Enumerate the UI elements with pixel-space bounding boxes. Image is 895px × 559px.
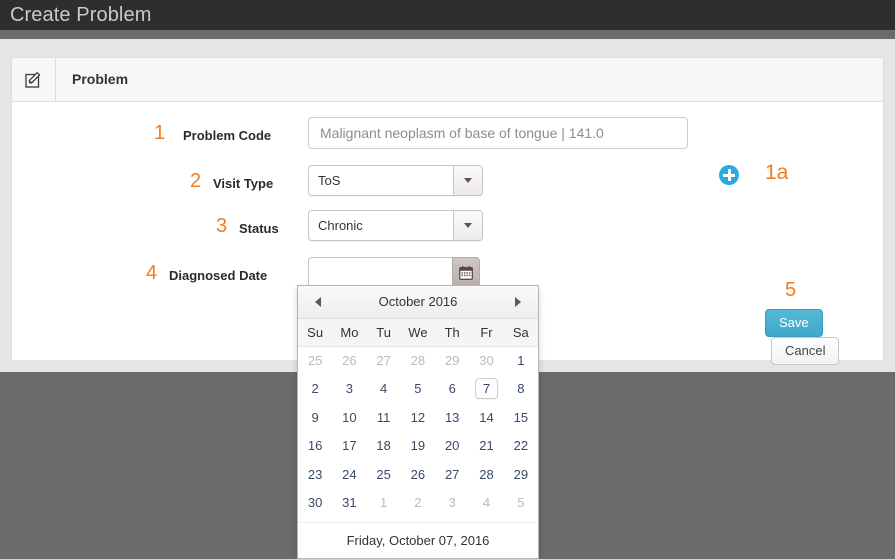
datepicker-day[interactable]: 14 [469,403,503,432]
datepicker-day[interactable]: 5 [401,375,435,404]
datepicker-day[interactable]: 24 [332,460,366,489]
visit-type-select[interactable]: ToS [308,165,483,196]
datepicker-week-row: 2345678 [298,375,538,404]
datepicker-day[interactable]: 30 [298,489,332,518]
form-actions: Save Cancel [765,309,895,365]
datepicker-day[interactable]: 28 [469,460,503,489]
annotation-number-5: 5 [785,279,797,301]
datepicker-week-row: 9 10 11 12 13 14 15 [298,403,538,432]
titlebar-underline [0,30,895,39]
label-status: Status [239,221,279,236]
datepicker-grid: Su Mo Tu We Th Fr Sa 25 26 27 28 29 30 1 2 3 4 5 6 7 8 9 10 11… [298,319,538,517]
datepicker-day[interactable]: 26 [332,346,366,375]
label-diagnosed-date: Diagnosed Date [169,268,268,283]
datepicker-weekday: Tu [366,319,401,347]
datepicker-day[interactable]: 2 [401,489,435,518]
datepicker-day[interactable]: 12 [401,403,435,432]
datepicker-week-row: 25 26 27 28 29 30 1 [298,346,538,375]
datepicker-day[interactable]: 29 [435,346,469,375]
status-select[interactable]: Chronic [308,210,483,241]
datepicker-day[interactable]: 18 [367,432,401,461]
form-row-visit-type: 2 Visit Type ToS [12,165,883,201]
triangle-left-icon[interactable] [304,286,332,318]
datepicker-day[interactable]: 25 [298,346,332,375]
datepicker-weekday: We [400,319,436,347]
datepicker-month-title: October 2016 [378,294,458,309]
datepicker-day[interactable]: 15 [504,403,538,432]
triangle-right-icon[interactable] [504,286,532,318]
annotation-number-1: 1 [154,122,166,144]
datepicker-weekday: Su [298,319,333,347]
datepicker-day[interactable]: 22 [504,432,538,461]
form-row-status: 3 Status Chronic [12,210,883,246]
panel-header: Problem [12,58,883,102]
datepicker-day[interactable]: 30 [469,346,503,375]
status-value: Chronic [318,218,363,233]
label-visit-type: Visit Type [213,176,274,191]
datepicker-day[interactable]: 27 [435,460,469,489]
edit-square-icon [12,58,56,101]
datepicker-week-row: 23 24 25 26 27 28 29 [298,460,538,489]
form-row-problem-code: 1 Problem Code [12,117,883,153]
datepicker-day[interactable]: 31 [332,489,366,518]
datepicker-day-today[interactable]: 7 [469,375,503,404]
datepicker-day[interactable]: 5 [504,489,538,518]
label-problem-code: Problem Code [183,128,272,143]
datepicker-day[interactable]: 11 [367,403,401,432]
chevron-down-icon[interactable] [453,166,482,195]
annotation-number-2: 2 [190,170,202,192]
datepicker-popup: October 2016 Su Mo Tu We Th Fr Sa 25 26 27 28 29 30… [297,285,539,559]
datepicker-day[interactable]: 6 [435,375,469,404]
annotation-number-4: 4 [146,262,158,284]
calendar-icon-button[interactable] [452,257,480,288]
datepicker-day[interactable]: 3 [332,375,366,404]
cancel-button[interactable]: Cancel [771,337,840,365]
datepicker-day[interactable]: 21 [469,432,503,461]
diagnosed-date-input[interactable] [308,257,452,288]
chevron-down-icon[interactable] [453,211,482,240]
datepicker-day[interactable]: 27 [367,346,401,375]
datepicker-day[interactable]: 4 [367,375,401,404]
datepicker-day[interactable]: 25 [367,460,401,489]
save-button[interactable]: Save [765,309,823,337]
datepicker-day[interactable]: 3 [435,489,469,518]
datepicker-day[interactable]: 4 [469,489,503,518]
window-titlebar: Create Problem [0,0,895,30]
datepicker-day[interactable]: 20 [435,432,469,461]
datepicker-day[interactable]: 16 [298,432,332,461]
panel-title: Problem [72,71,129,87]
datepicker-weekday: Fr [469,319,504,347]
datepicker-day[interactable]: 19 [401,432,435,461]
datepicker-day[interactable]: 17 [332,432,366,461]
datepicker-week-row: 16 17 18 19 20 21 22 [298,432,538,461]
page-title: Create Problem [10,4,152,26]
datepicker-footer: Friday, October 07, 2016 [298,522,538,558]
datepicker-day[interactable]: 10 [332,403,366,432]
datepicker-weekday: Th [435,319,470,347]
datepicker-day[interactable]: 1 [504,346,538,375]
datepicker-weekday: Sa [503,319,538,347]
datepicker-day[interactable]: 29 [504,460,538,489]
datepicker-day[interactable]: 23 [298,460,332,489]
datepicker-weekday: Mo [332,319,367,347]
datepicker-day[interactable]: 28 [401,346,435,375]
datepicker-day[interactable]: 13 [435,403,469,432]
datepicker-day[interactable]: 1 [367,489,401,518]
datepicker-header: October 2016 [298,286,538,319]
annotation-number-3: 3 [216,215,228,237]
visit-type-value: ToS [318,173,341,188]
datepicker-weekday-row: Su Mo Tu We Th Fr Sa [298,319,538,347]
datepicker-day[interactable]: 26 [401,460,435,489]
datepicker-day[interactable]: 2 [298,375,332,404]
datepicker-week-row: 30 31 1 2 3 4 5 [298,489,538,518]
datepicker-day[interactable]: 8 [504,375,538,404]
datepicker-day[interactable]: 9 [298,403,332,432]
problem-code-input[interactable] [308,117,688,149]
